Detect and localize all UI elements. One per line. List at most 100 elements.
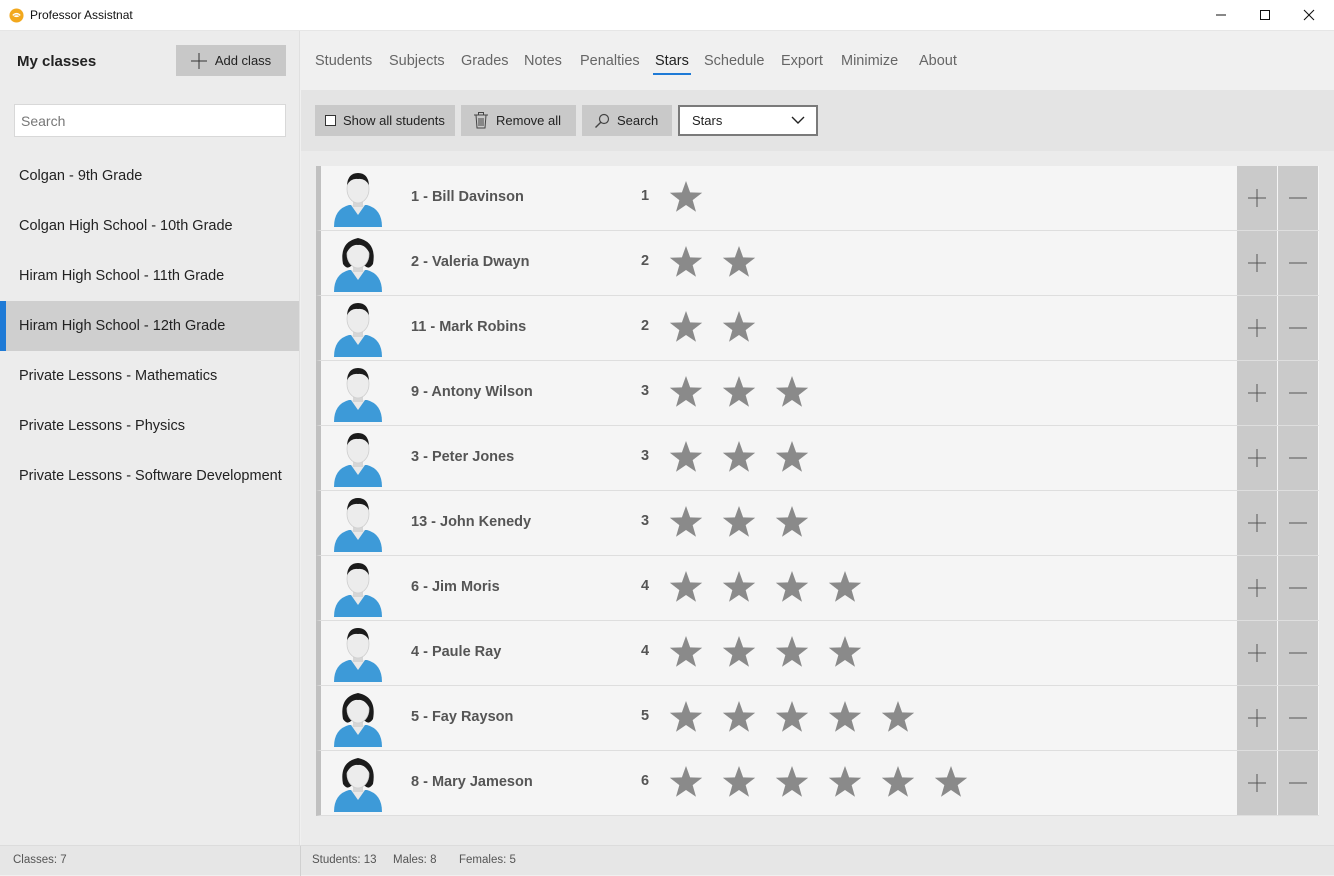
student-row: 13 - John Kenedy 3	[316, 491, 1319, 556]
maximize-window-button[interactable]	[1242, 0, 1288, 30]
class-list: Colgan - 9th Grade Colgan High School - 1…	[0, 151, 299, 501]
male-avatar-icon	[334, 628, 382, 682]
star-icon	[881, 766, 915, 797]
remove-star-button[interactable]	[1278, 751, 1318, 815]
add-star-button[interactable]	[1237, 361, 1277, 425]
student-row: 1 - Bill Davinson 1	[316, 166, 1319, 231]
remove-star-button[interactable]	[1278, 231, 1318, 295]
student-name: 13 - John Kenedy	[411, 514, 532, 530]
student-row: 2 - Valeria Dwayn 2	[316, 231, 1319, 296]
star-icon	[828, 701, 862, 732]
close-window-button[interactable]	[1286, 0, 1332, 30]
remove-star-button[interactable]	[1278, 491, 1318, 555]
class-item[interactable]: Private Lessons - Physics	[0, 401, 299, 451]
class-search-input[interactable]	[14, 104, 286, 137]
search-label: Search	[617, 113, 659, 128]
plus-icon	[1248, 644, 1266, 662]
add-star-button[interactable]	[1237, 491, 1277, 555]
add-star-button[interactable]	[1237, 231, 1277, 295]
tab-students[interactable]: Students	[315, 53, 372, 69]
tab-stars[interactable]: Stars	[653, 53, 691, 75]
student-row: 3 - Peter Jones 3	[316, 426, 1319, 491]
tab-penalties[interactable]: Penalties	[580, 53, 640, 69]
male-avatar-icon	[334, 498, 382, 552]
status-bar: Classes: 7 Students: 13 Males: 8 Females…	[0, 845, 1334, 876]
student-name: 1 - Bill Davinson	[411, 189, 524, 205]
minimize-window-button[interactable]	[1198, 0, 1244, 30]
star-count: 2	[641, 318, 650, 334]
student-name: 9 - Antony Wilson	[411, 384, 533, 400]
tab-schedule[interactable]: Schedule	[704, 53, 764, 69]
class-item[interactable]: Colgan - 9th Grade	[0, 151, 299, 201]
dropdown-value: Stars	[692, 113, 723, 128]
add-star-button[interactable]	[1237, 296, 1277, 360]
plus-icon	[1248, 319, 1266, 337]
add-star-button[interactable]	[1237, 751, 1277, 815]
star-icon	[934, 766, 968, 797]
star-icon	[775, 441, 809, 472]
plus-icon	[1248, 774, 1266, 792]
star-count: 3	[641, 448, 650, 464]
tab-minimize[interactable]: Minimize	[841, 53, 898, 69]
star-icon	[669, 441, 703, 472]
remove-star-button[interactable]	[1278, 621, 1318, 685]
add-star-button[interactable]	[1237, 556, 1277, 620]
remove-all-button[interactable]: Remove all	[461, 105, 576, 136]
class-item[interactable]: Hiram High School - 12th Grade	[0, 301, 299, 351]
tab-subjects[interactable]: Subjects	[389, 53, 445, 69]
class-item[interactable]: Private Lessons - Mathematics	[0, 351, 299, 401]
stars-panel: 1 - Bill Davinson 1 2 - Valeria Dwayn 2 11 -…	[301, 151, 1334, 845]
remove-star-button[interactable]	[1278, 686, 1318, 750]
remove-star-button[interactable]	[1278, 296, 1318, 360]
class-item[interactable]: Private Lessons - Software Development	[0, 451, 299, 501]
students-count: Students: 13	[312, 854, 377, 866]
star-count: 3	[641, 513, 650, 529]
add-star-button[interactable]	[1237, 426, 1277, 490]
females-count: Females: 5	[459, 854, 516, 866]
tab-export[interactable]: Export	[781, 53, 823, 69]
stars-toolbar: Show all students Remove all Search Star…	[301, 90, 1334, 151]
add-star-button[interactable]	[1237, 621, 1277, 685]
male-avatar-icon	[334, 303, 382, 357]
star-icon	[775, 571, 809, 602]
window-title: Professor Assistnat	[30, 8, 133, 22]
star-icon	[722, 246, 756, 277]
show-all-students-toggle[interactable]: Show all students	[315, 105, 455, 136]
star-icon	[722, 506, 756, 537]
student-name: 4 - Paule Ray	[411, 644, 502, 660]
plus-icon	[1248, 709, 1266, 727]
show-all-label: Show all students	[343, 113, 445, 128]
star-icon	[669, 376, 703, 407]
minus-icon	[1289, 392, 1307, 394]
show-all-checkbox[interactable]	[325, 115, 336, 126]
star-count: 6	[641, 773, 650, 789]
male-avatar-icon	[334, 433, 382, 487]
remove-star-button[interactable]	[1278, 361, 1318, 425]
class-item-label: Colgan High School - 10th Grade	[19, 218, 233, 234]
class-item-label: Hiram High School - 11th Grade	[19, 268, 225, 284]
plus-icon	[190, 52, 207, 69]
add-class-button[interactable]: Add class	[176, 45, 286, 76]
tab-notes[interactable]: Notes	[524, 53, 562, 69]
remove-all-label: Remove all	[496, 113, 562, 128]
star-icon	[722, 766, 756, 797]
student-list: 1 - Bill Davinson 1 2 - Valeria Dwayn 2 11 -…	[316, 166, 1319, 816]
tab-about[interactable]: About	[919, 53, 957, 69]
class-item[interactable]: Colgan High School - 10th Grade	[0, 201, 299, 251]
remove-star-button[interactable]	[1278, 166, 1318, 230]
add-star-button[interactable]	[1237, 686, 1277, 750]
remove-star-button[interactable]	[1278, 426, 1318, 490]
view-dropdown[interactable]: Stars	[678, 105, 818, 136]
class-item[interactable]: Hiram High School - 11th Grade	[0, 251, 299, 301]
search-button[interactable]: Search	[582, 105, 672, 136]
star-icon	[722, 701, 756, 732]
star-count: 4	[641, 643, 650, 659]
star-icon	[775, 376, 809, 407]
remove-star-button[interactable]	[1278, 556, 1318, 620]
tab-grades[interactable]: Grades	[461, 53, 509, 69]
star-icon	[775, 701, 809, 732]
class-item-label: Private Lessons - Physics	[19, 418, 186, 434]
app-logo-icon	[9, 8, 24, 23]
add-star-button[interactable]	[1237, 166, 1277, 230]
student-row: 5 - Fay Rayson 5	[316, 686, 1319, 751]
